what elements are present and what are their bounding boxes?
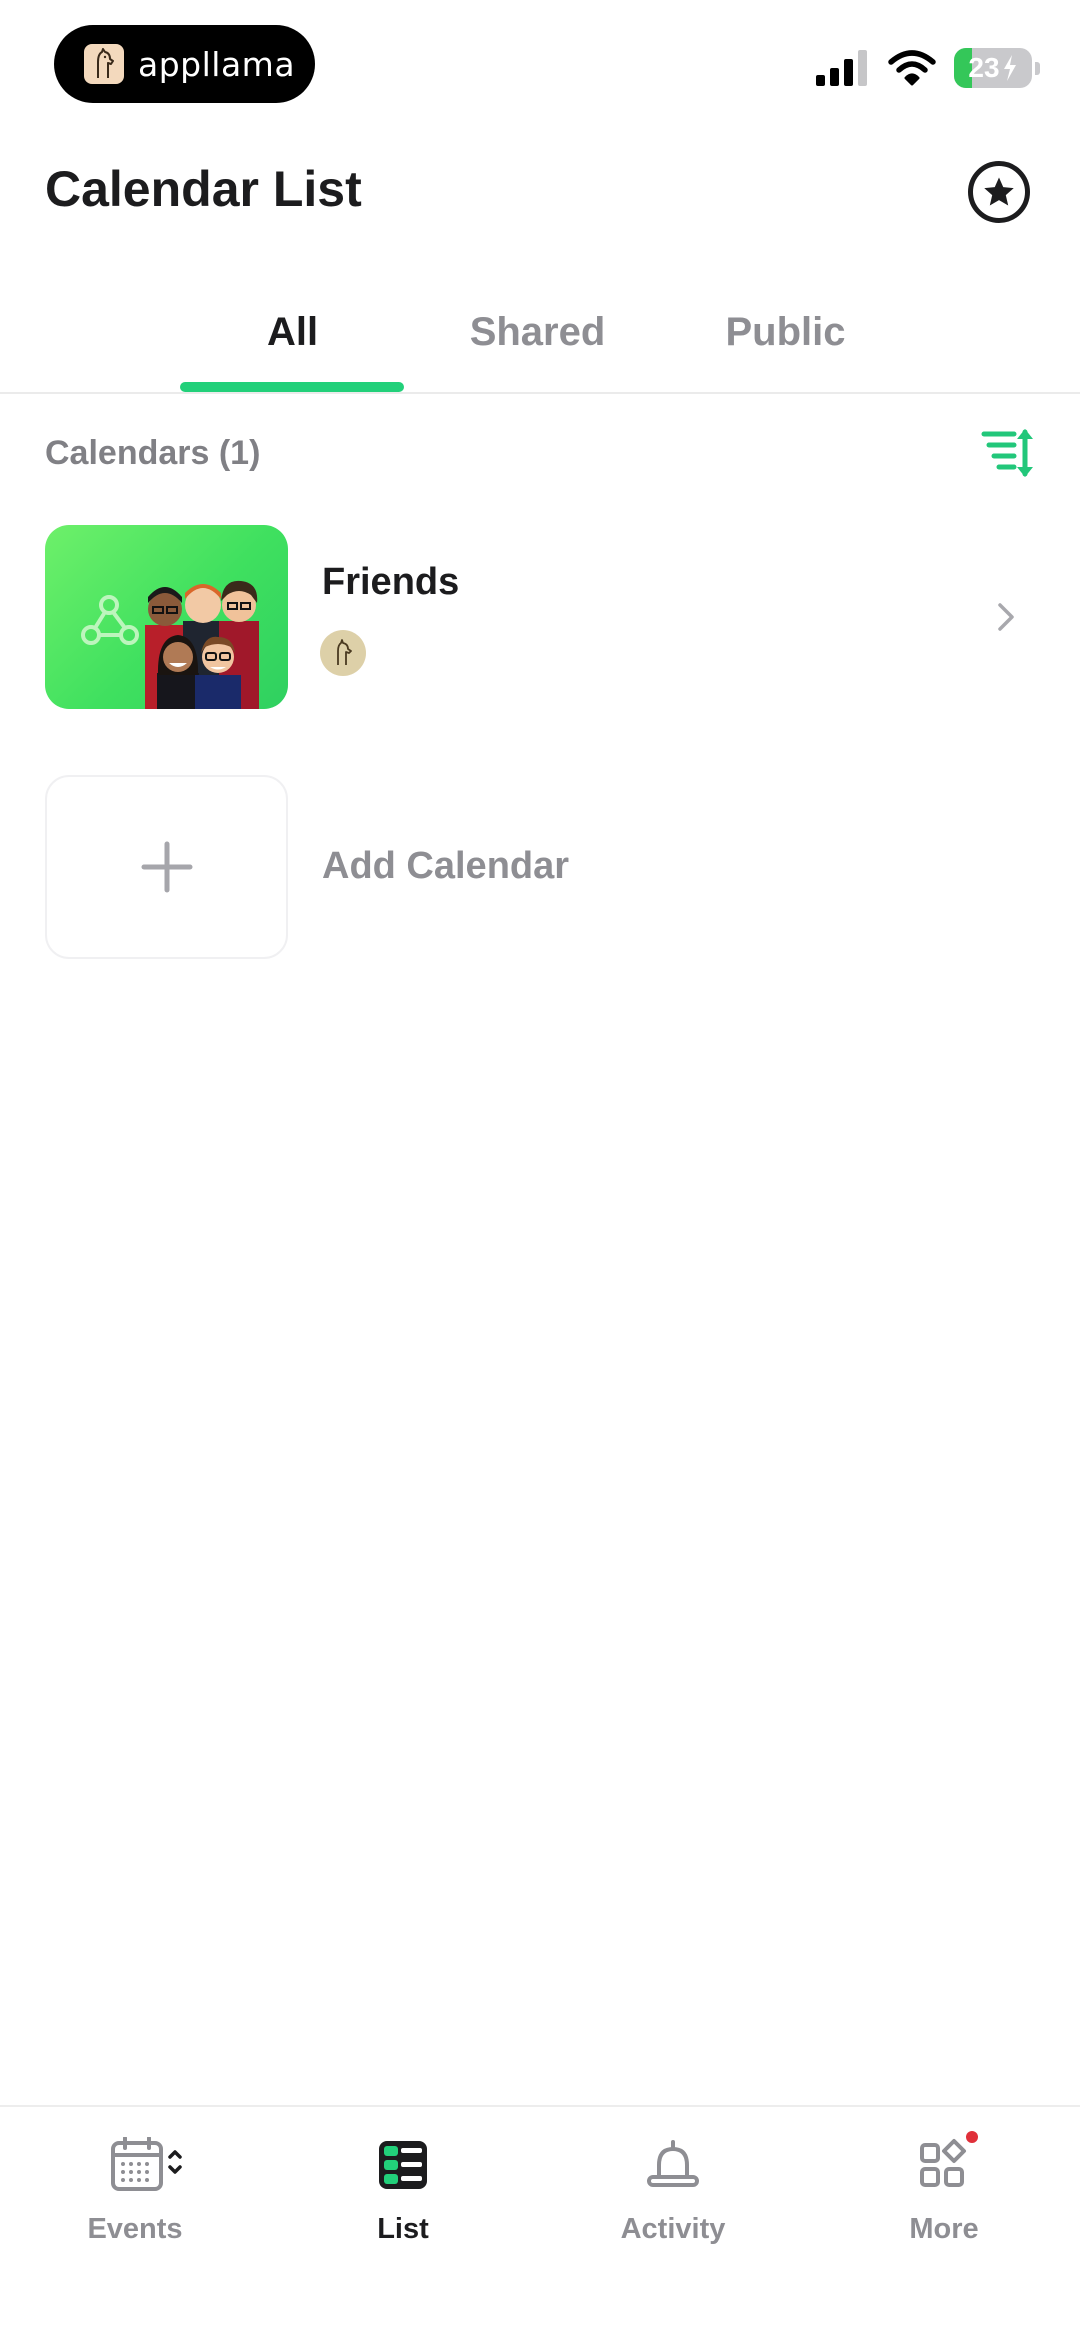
battery-icon: 23 xyxy=(954,48,1032,88)
tab-shared[interactable]: Shared xyxy=(425,290,650,390)
notification-badge-dot xyxy=(966,2131,978,2143)
star-icon xyxy=(984,177,1014,206)
calendar-row-friends[interactable]: Friends xyxy=(0,525,1080,709)
nav-list[interactable]: List xyxy=(303,2137,503,2257)
battery-level: 23 xyxy=(968,52,1000,83)
llama-avatar xyxy=(320,630,366,676)
sort-icon xyxy=(981,429,1033,477)
calendar-name: Friends xyxy=(322,561,460,603)
active-tab-indicator xyxy=(180,382,404,392)
battery-cap xyxy=(1035,61,1040,75)
wifi-icon xyxy=(888,50,936,86)
llama-logo-icon xyxy=(84,44,124,84)
add-calendar-box[interactable] xyxy=(45,775,288,959)
sort-button[interactable] xyxy=(980,425,1036,481)
nav-more-label: More xyxy=(909,2213,979,2245)
nav-events[interactable]: Events xyxy=(35,2137,235,2257)
nav-activity-label: Activity xyxy=(620,2213,726,2245)
tab-public[interactable]: Public xyxy=(673,290,898,390)
nav-more[interactable]: More xyxy=(844,2131,1044,2257)
nav-activity[interactable]: Activity xyxy=(573,2137,773,2257)
friends-thumbnail xyxy=(45,525,288,709)
favorite-button[interactable] xyxy=(968,161,1030,223)
calendar-icon xyxy=(111,2137,182,2191)
charging-bolt-icon xyxy=(1003,55,1016,81)
page-title: Calendar List xyxy=(45,161,362,217)
app-badge-pill: appllama xyxy=(54,25,315,103)
tab-all[interactable]: All xyxy=(180,290,405,390)
segment-tabs: All Shared Public xyxy=(0,290,1080,394)
chevron-right-icon xyxy=(998,603,1014,631)
signal-icon xyxy=(816,50,867,86)
nav-events-label: Events xyxy=(87,2213,183,2245)
add-calendar-label: Add Calendar xyxy=(322,845,570,887)
bottom-tab-bar: Events List Activity More xyxy=(0,2105,1080,2336)
status-bar: appllama 23 xyxy=(0,0,1080,120)
bell-icon xyxy=(647,2140,699,2187)
friends-group-illustration xyxy=(81,580,259,709)
nav-list-label: List xyxy=(377,2213,429,2245)
plus-icon xyxy=(141,841,192,893)
status-icons: 23 xyxy=(816,48,1040,88)
grid-icon xyxy=(920,2139,966,2187)
app-badge-label: appllama xyxy=(138,44,296,84)
screen: appllama 23 Calendar List All Shared Pub… xyxy=(0,0,1080,2336)
list-icon xyxy=(379,2141,427,2189)
calendars-section-title: Calendars (1) xyxy=(45,434,261,472)
add-calendar-row[interactable]: Add Calendar xyxy=(0,775,1080,959)
